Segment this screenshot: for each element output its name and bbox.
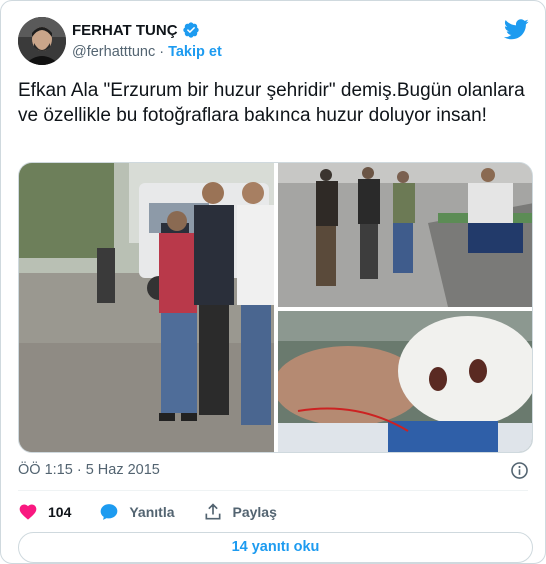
share-button[interactable]: Paylaş [203,502,277,522]
info-icon[interactable] [510,461,529,480]
avatar-image [18,17,66,65]
read-replies-button[interactable]: 14 yanıtı oku [18,532,533,563]
share-upload-icon [205,503,220,520]
tweet-card: FERHAT TUNÇ @ferhatttunc · Takip et Efka… [0,0,546,564]
author-handle[interactable]: @ferhatttunc [72,44,155,60]
like-count: 104 [48,504,72,520]
share-label: Paylaş [232,504,277,520]
media-grid [18,162,533,453]
photo-street-men[interactable] [19,163,274,452]
divider [18,490,528,491]
heart-icon [19,504,37,520]
reply-label: Yanıtla [129,504,175,520]
photo-crowd-walking[interactable] [278,163,532,307]
author-name[interactable]: FERHAT TUNÇ [72,22,178,39]
tweet-text: Efkan Ala "Erzurum bir huzur şehridir" d… [18,80,530,126]
reply-button[interactable]: Yanıtla [99,502,175,522]
follow-button[interactable]: Takip et [168,44,222,60]
action-bar: 104 Yanıtla Paylaş [18,501,305,523]
twitter-bird-icon[interactable] [504,19,529,40]
avatar[interactable] [18,17,66,65]
tweet-timestamp[interactable]: ÖÖ 1:15 · 5 Haz 2015 [18,462,160,478]
verified-badge-icon [182,22,199,38]
separator-dot: · [159,44,165,60]
photo-injured-man[interactable] [278,311,532,452]
reply-bubble-icon [101,504,118,520]
like-button[interactable]: 104 [18,502,71,522]
